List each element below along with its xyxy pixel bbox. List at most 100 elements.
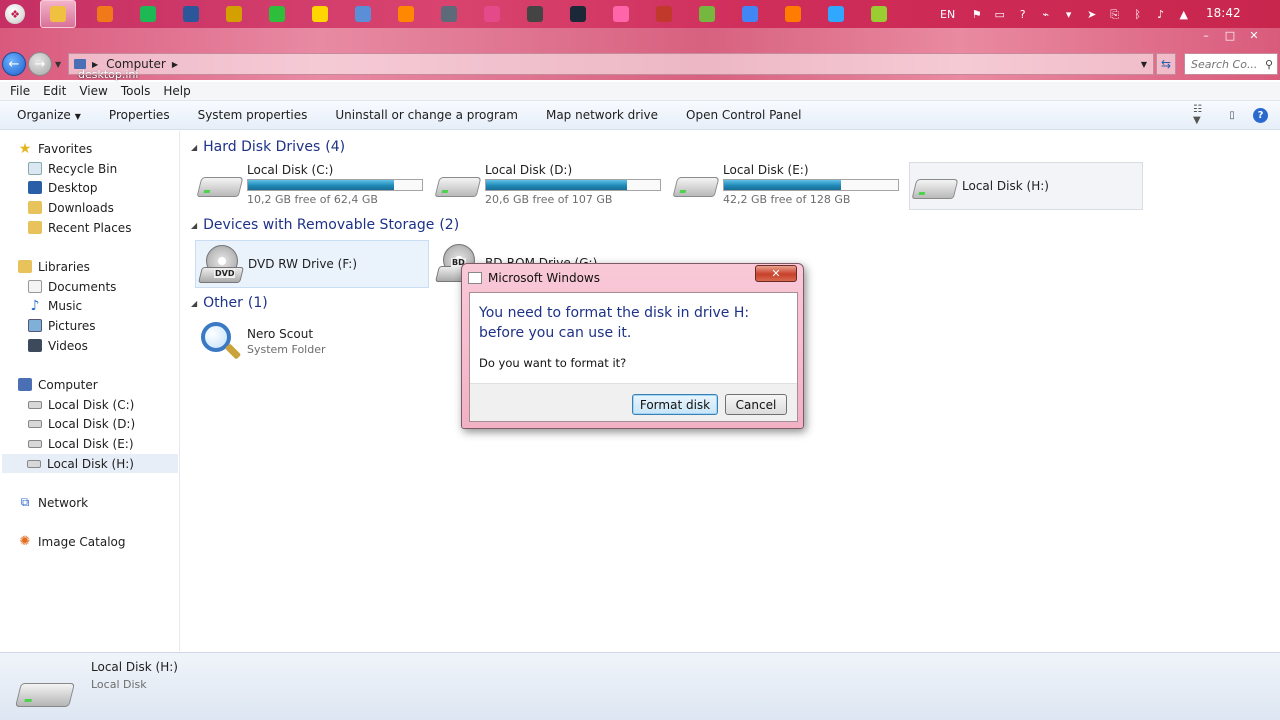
- paint-net-icon: [483, 6, 500, 22]
- search-input[interactable]: [1191, 57, 1265, 71]
- start-button[interactable]: ❖: [0, 0, 30, 28]
- collapse-triangle-icon[interactable]: ◢: [191, 143, 197, 152]
- menu-view[interactable]: View: [79, 84, 107, 98]
- group-other[interactable]: ◢ Other (1): [191, 295, 268, 311]
- group-removable-storage[interactable]: ◢ Devices with Removable Storage (2): [191, 217, 459, 233]
- nav-downloads[interactable]: Downloads: [28, 198, 114, 217]
- breadcrumb-separator-icon[interactable]: ▶: [92, 60, 98, 69]
- taskbar-app-button[interactable]: [470, 0, 513, 28]
- address-dropdown-icon[interactable]: ▼: [1141, 60, 1147, 69]
- help-tray-icon[interactable]: ?: [1016, 8, 1029, 21]
- organize-label: Organize: [17, 108, 71, 122]
- search-icon[interactable]: ⚲: [1265, 58, 1273, 71]
- nav-image-catalog[interactable]: ✺ Image Catalog: [18, 532, 126, 551]
- group-hard-disk-drives[interactable]: ◢ Hard Disk Drives (4): [191, 139, 345, 155]
- taskbar-app-button[interactable]: [814, 0, 857, 28]
- collapse-triangle-icon[interactable]: ◢: [191, 299, 197, 308]
- dialog-close-button[interactable]: ✕: [755, 265, 797, 282]
- address-bar[interactable]: ▶ Computer ▶ ▼: [68, 53, 1154, 75]
- menu-tools[interactable]: Tools: [121, 84, 151, 98]
- taskbar-app-button[interactable]: [685, 0, 728, 28]
- drive-local-disk-e[interactable]: Local Disk (E:) 42,2 GB free of 128 GB: [671, 161, 903, 209]
- chrome-icon: [741, 6, 758, 22]
- taskbar-app-button[interactable]: [513, 0, 556, 28]
- nav-recent-places[interactable]: Recent Places: [28, 218, 131, 237]
- organize-button[interactable]: Organize ▼: [17, 108, 81, 122]
- taskbar-app-button[interactable]: [556, 0, 599, 28]
- nav-desktop[interactable]: Desktop: [28, 178, 98, 197]
- taskbar-app-button[interactable]: [126, 0, 169, 28]
- network-status-icon[interactable]: ⌁: [1039, 8, 1052, 21]
- taskbar-app-button[interactable]: [728, 0, 771, 28]
- nav-documents[interactable]: Documents: [28, 277, 116, 296]
- menu-help[interactable]: Help: [163, 84, 190, 98]
- keyboard-icon[interactable]: ▭: [993, 8, 1006, 21]
- flag-icon[interactable]: ⚑: [970, 8, 983, 21]
- nav-local-disk-h[interactable]: Local Disk (H:): [2, 454, 178, 473]
- language-indicator[interactable]: EN: [940, 8, 955, 21]
- open-control-panel-button[interactable]: Open Control Panel: [686, 108, 801, 122]
- taskbar-app-button[interactable]: [771, 0, 814, 28]
- breadcrumb-separator-icon[interactable]: ▶: [172, 60, 178, 69]
- menu-edit[interactable]: Edit: [43, 84, 66, 98]
- taskbar-app-button[interactable]: [341, 0, 384, 28]
- refresh-button[interactable]: ⇆: [1156, 53, 1176, 75]
- taskbar-app-button[interactable]: [169, 0, 212, 28]
- clock[interactable]: 18:42: [1206, 6, 1241, 20]
- taskbar-app-button[interactable]: [255, 0, 298, 28]
- close-window-button[interactable]: ✕: [1242, 28, 1266, 44]
- uninstall-program-button[interactable]: Uninstall or change a program: [335, 108, 518, 122]
- usb-icon[interactable]: ⎘: [1108, 8, 1121, 21]
- nav-libraries[interactable]: Libraries: [18, 257, 90, 276]
- nav-network[interactable]: ⧉ Network: [18, 493, 88, 512]
- nav-favorites[interactable]: ★ Favorites: [18, 139, 93, 158]
- item-nero-scout[interactable]: Nero Scout System Folder: [195, 318, 429, 366]
- taskbar-app-button[interactable]: [599, 0, 642, 28]
- format-disk-button[interactable]: Format disk: [632, 394, 718, 415]
- back-button[interactable]: ←: [2, 52, 26, 76]
- drive-local-disk-d[interactable]: Local Disk (D:) 20,6 GB free of 107 GB: [433, 161, 665, 209]
- star-icon: ★: [18, 140, 32, 157]
- breadcrumb-computer[interactable]: Computer: [106, 57, 166, 71]
- system-properties-button[interactable]: System properties: [198, 108, 308, 122]
- taskbar-app-button[interactable]: [384, 0, 427, 28]
- recent-pages-dropdown[interactable]: ▼: [55, 60, 61, 69]
- taskbar-app-button[interactable]: [83, 0, 126, 28]
- nav-computer[interactable]: Computer: [18, 375, 98, 394]
- taskbar-app-button[interactable]: [427, 0, 470, 28]
- signal-icon[interactable]: ▲: [1177, 8, 1190, 21]
- nav-videos[interactable]: Videos: [28, 336, 88, 355]
- drive-local-disk-h[interactable]: Local Disk (H:): [909, 162, 1143, 210]
- map-network-drive-button[interactable]: Map network drive: [546, 108, 658, 122]
- bluetooth-icon[interactable]: ᛒ: [1131, 8, 1144, 21]
- search-box[interactable]: ⚲: [1184, 53, 1278, 75]
- nav-local-disk-d[interactable]: Local Disk (D:): [28, 414, 135, 433]
- nav-local-disk-e[interactable]: Local Disk (E:): [28, 434, 134, 453]
- collapse-triangle-icon[interactable]: ◢: [191, 221, 197, 230]
- taskbar-app-button[interactable]: [642, 0, 685, 28]
- change-view-icon[interactable]: ☷ ▼: [1193, 104, 1211, 126]
- drive-dvd-rw-f[interactable]: DVD DVD RW Drive (F:): [195, 240, 429, 288]
- properties-button[interactable]: Properties: [109, 108, 170, 122]
- nav-local-disk-c[interactable]: Local Disk (C:): [28, 395, 134, 414]
- nav-recycle-bin[interactable]: Recycle Bin: [28, 159, 117, 178]
- cancel-button[interactable]: Cancel: [725, 394, 787, 415]
- maximize-button[interactable]: □: [1218, 28, 1242, 44]
- minimize-button[interactable]: –: [1194, 28, 1218, 44]
- chevron-down-icon[interactable]: ▾: [1062, 8, 1075, 21]
- paint-icon: [354, 6, 371, 22]
- nav-pictures[interactable]: Pictures: [28, 316, 96, 335]
- taskbar-app-button[interactable]: [857, 0, 900, 28]
- help-icon[interactable]: ?: [1253, 107, 1268, 123]
- arrow-icon[interactable]: ➤: [1085, 8, 1098, 21]
- volume-icon[interactable]: ♪: [1154, 8, 1167, 21]
- nav-music[interactable]: ♪ Music: [28, 296, 83, 315]
- preview-pane-icon[interactable]: ▯: [1223, 107, 1241, 123]
- taskbar-app-button[interactable]: [40, 0, 76, 28]
- menu-file[interactable]: File: [10, 84, 30, 98]
- drive-local-disk-c[interactable]: Local Disk (C:) 10,2 GB free of 62,4 GB: [195, 161, 427, 209]
- taskbar-app-button[interactable]: [298, 0, 341, 28]
- forward-button[interactable]: →: [28, 52, 52, 76]
- handle-shape: [224, 343, 242, 360]
- taskbar-app-button[interactable]: [212, 0, 255, 28]
